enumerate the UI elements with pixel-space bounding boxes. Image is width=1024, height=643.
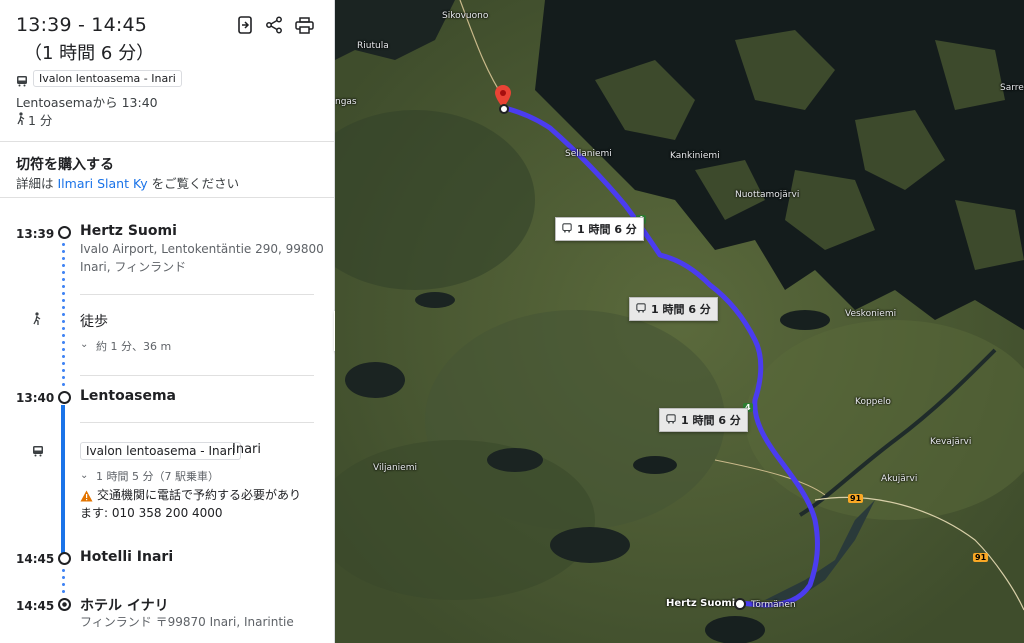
route-duration-callout[interactable]: 1 時間 6 分 — [555, 217, 644, 241]
board-stop-name[interactable]: Lentoasema — [80, 388, 176, 404]
road-shield-91: 91 — [973, 553, 989, 562]
final-walk-dots — [62, 567, 65, 597]
depart-text: Lentoasemaから 13:40 — [16, 95, 158, 110]
origin-label[interactable]: Hertz Suomi — [666, 598, 735, 609]
bus-destination: Inari — [232, 442, 261, 457]
bus-icon — [636, 302, 646, 316]
directions-panel: 13:39 - 14:45 （1 時間 6 分） Ivalon lentoase… — [0, 0, 335, 643]
alt-route-duration-callout[interactable]: 1 時間 6 分 — [659, 408, 748, 432]
board-stop-dot — [58, 391, 71, 404]
place-label: Kankiniemi — [670, 151, 720, 161]
bus-path-line — [61, 405, 65, 553]
booking-warning-line2: ます: 010 358 200 4000 — [80, 506, 223, 520]
bus-icon — [562, 222, 572, 236]
chevron-down-icon[interactable]: ⌄ — [80, 470, 88, 481]
route-chip: Ivalon lentoasema - Inari — [33, 70, 182, 87]
place-label: Viljaniemi — [373, 463, 417, 473]
walk-label: 徒歩 — [80, 314, 108, 330]
destination-dot — [58, 598, 71, 611]
separator — [80, 422, 314, 423]
separator — [80, 375, 314, 376]
bus-icon — [32, 442, 44, 461]
walk-icon — [32, 311, 42, 330]
bus-icon — [666, 413, 676, 427]
place-label: Kevajärvi — [930, 437, 972, 447]
trip-duration: （1 時間 6 分） — [24, 43, 155, 64]
place-label: Sellaniemi — [565, 149, 612, 159]
alight-time: 14:45 — [16, 552, 55, 566]
start-stop-dot — [58, 226, 71, 239]
place-label: Törmänen — [751, 600, 796, 610]
road-shield-91: 91 — [848, 494, 864, 503]
board-time: 13:40 — [16, 391, 55, 405]
walk-detail[interactable]: 約 1 分、36 m — [96, 338, 171, 355]
origin-marker[interactable] — [734, 598, 746, 610]
agency-link[interactable]: Ilmari Slant Ky — [58, 176, 148, 191]
map-terrain — [335, 0, 1024, 643]
place-label: Riutula — [357, 41, 389, 51]
route-duration-text: 1 時間 6 分 — [577, 223, 637, 236]
send-to-phone-icon[interactable] — [234, 14, 256, 36]
start-address-line1: Ivalo Airport, Lentokentäntie 290, 99800 — [80, 242, 324, 256]
divider — [0, 141, 334, 142]
route-duration-text: 1 時間 6 分 — [651, 303, 711, 316]
place-label: Akujärvi — [881, 474, 918, 484]
end-address: フィンランド 〒99870 Inari, Inarintie — [80, 615, 294, 629]
place-label: Sarre — [1000, 83, 1024, 93]
booking-warning-line1: 交通機関に電話で予約する必要があり — [97, 488, 302, 502]
print-icon[interactable] — [293, 14, 315, 36]
ticket-detail-prefix: 詳細は — [16, 176, 54, 191]
place-label: Koppelo — [855, 397, 891, 407]
trip-time-range: 13:39 - 14:45 — [16, 14, 148, 36]
alt-route-duration-callout[interactable]: 1 時間 6 分 — [629, 297, 718, 321]
start-name[interactable]: Hertz Suomi — [80, 223, 177, 239]
separator — [80, 294, 314, 295]
alight-stop-dot — [58, 552, 71, 565]
place-label: Nuottamojärvi — [735, 190, 800, 200]
end-time: 14:45 — [16, 599, 55, 613]
bus-icon — [16, 72, 28, 91]
share-icon[interactable] — [263, 14, 285, 36]
divider — [0, 197, 334, 198]
walk-path-dots — [62, 241, 65, 387]
satellite-map[interactable]: 4 91 91 4 Sikovuono Riutula ngas Sellani… — [335, 0, 1024, 643]
walk-icon — [16, 110, 26, 129]
ticket-detail: 詳細は Ilmari Slant Ky をご覧ください — [16, 173, 239, 192]
end-name[interactable]: ホテル イナリ — [80, 595, 169, 615]
bus-route-chip: Ivalon lentoasema - Inari — [80, 442, 242, 460]
start-address-line2: Inari, フィンランド — [80, 260, 187, 274]
bus-ride-detail[interactable]: 1 時間 5 分（7 駅乗車） — [96, 468, 219, 485]
route-duration-text: 1 時間 6 分 — [681, 414, 741, 427]
ticket-detail-suffix: をご覧ください — [151, 176, 240, 191]
buy-ticket-title: 切符を購入する — [16, 157, 114, 173]
destination-stop-marker — [499, 104, 509, 114]
place-label: Veskoniemi — [845, 309, 897, 319]
walk-duration: 1 分 — [28, 113, 53, 128]
chevron-down-icon[interactable]: ⌄ — [80, 339, 88, 350]
place-label: Sikovuono — [442, 11, 489, 21]
place-label: ngas — [335, 97, 357, 107]
start-time: 13:39 — [16, 227, 55, 241]
alight-stop-name[interactable]: Hotelli Inari — [80, 549, 173, 565]
